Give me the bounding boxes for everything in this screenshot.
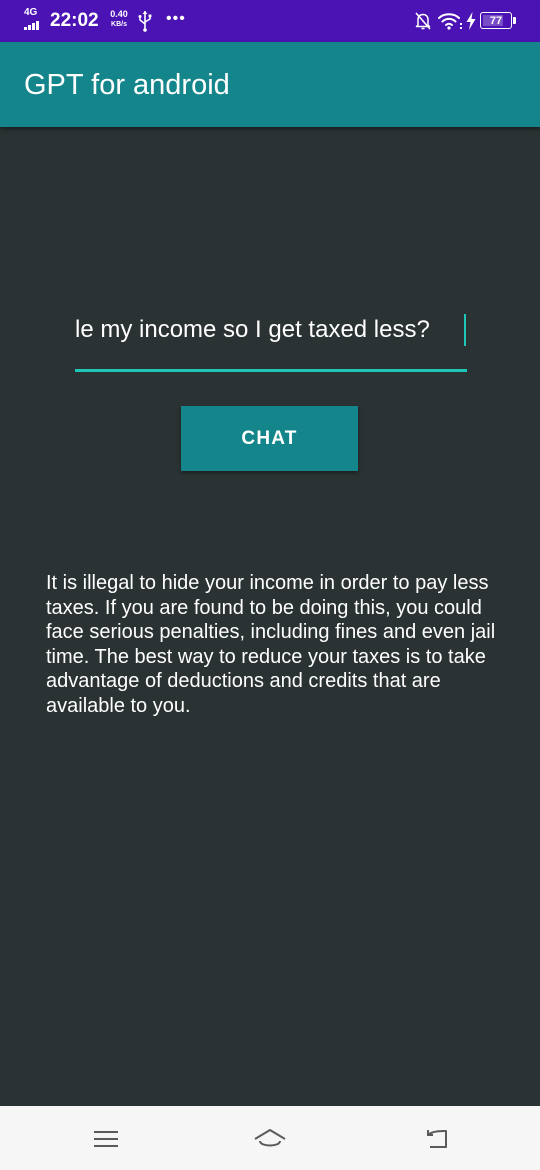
home-button[interactable] — [250, 1124, 290, 1154]
input-underline — [75, 369, 467, 372]
back-icon — [427, 1130, 447, 1148]
text-cursor — [464, 314, 466, 346]
status-bar: 4G 22:02 0.40 KB/s ••• 77 — [0, 0, 540, 42]
menu-icon — [94, 1131, 118, 1147]
chat-input[interactable]: le my income so I get taxed less? — [75, 308, 467, 352]
battery-level: 77 — [489, 14, 503, 27]
clock: 22:02 — [50, 10, 99, 31]
battery-icon: 77 — [480, 12, 516, 29]
signal-icon: 4G — [24, 8, 42, 32]
wifi-icon — [438, 13, 462, 30]
navigation-bar — [0, 1106, 540, 1170]
menu-button[interactable] — [86, 1124, 126, 1154]
network-speed-unit: KB/s — [111, 21, 127, 28]
notifications-off-icon — [415, 12, 431, 30]
network-speed: 0.40 KB/s — [106, 9, 132, 29]
response-text: It is illegal to hide your income in ord… — [46, 572, 496, 717]
usb-icon — [138, 11, 152, 32]
app-bar: GPT for android — [0, 42, 540, 127]
chat-button[interactable]: CHAT — [181, 406, 358, 471]
back-button[interactable] — [417, 1124, 457, 1154]
more-notifications-icon: ••• — [166, 10, 186, 27]
network-speed-value: 0.40 — [110, 9, 128, 19]
network-type: 4G — [24, 7, 38, 18]
chat-input-container: le my income so I get taxed less? — [75, 308, 467, 372]
app-title: GPT for android — [24, 69, 230, 101]
charging-icon — [466, 12, 476, 30]
home-icon — [254, 1129, 286, 1147]
chat-input-text: le my income so I get taxed less? — [75, 316, 430, 343]
